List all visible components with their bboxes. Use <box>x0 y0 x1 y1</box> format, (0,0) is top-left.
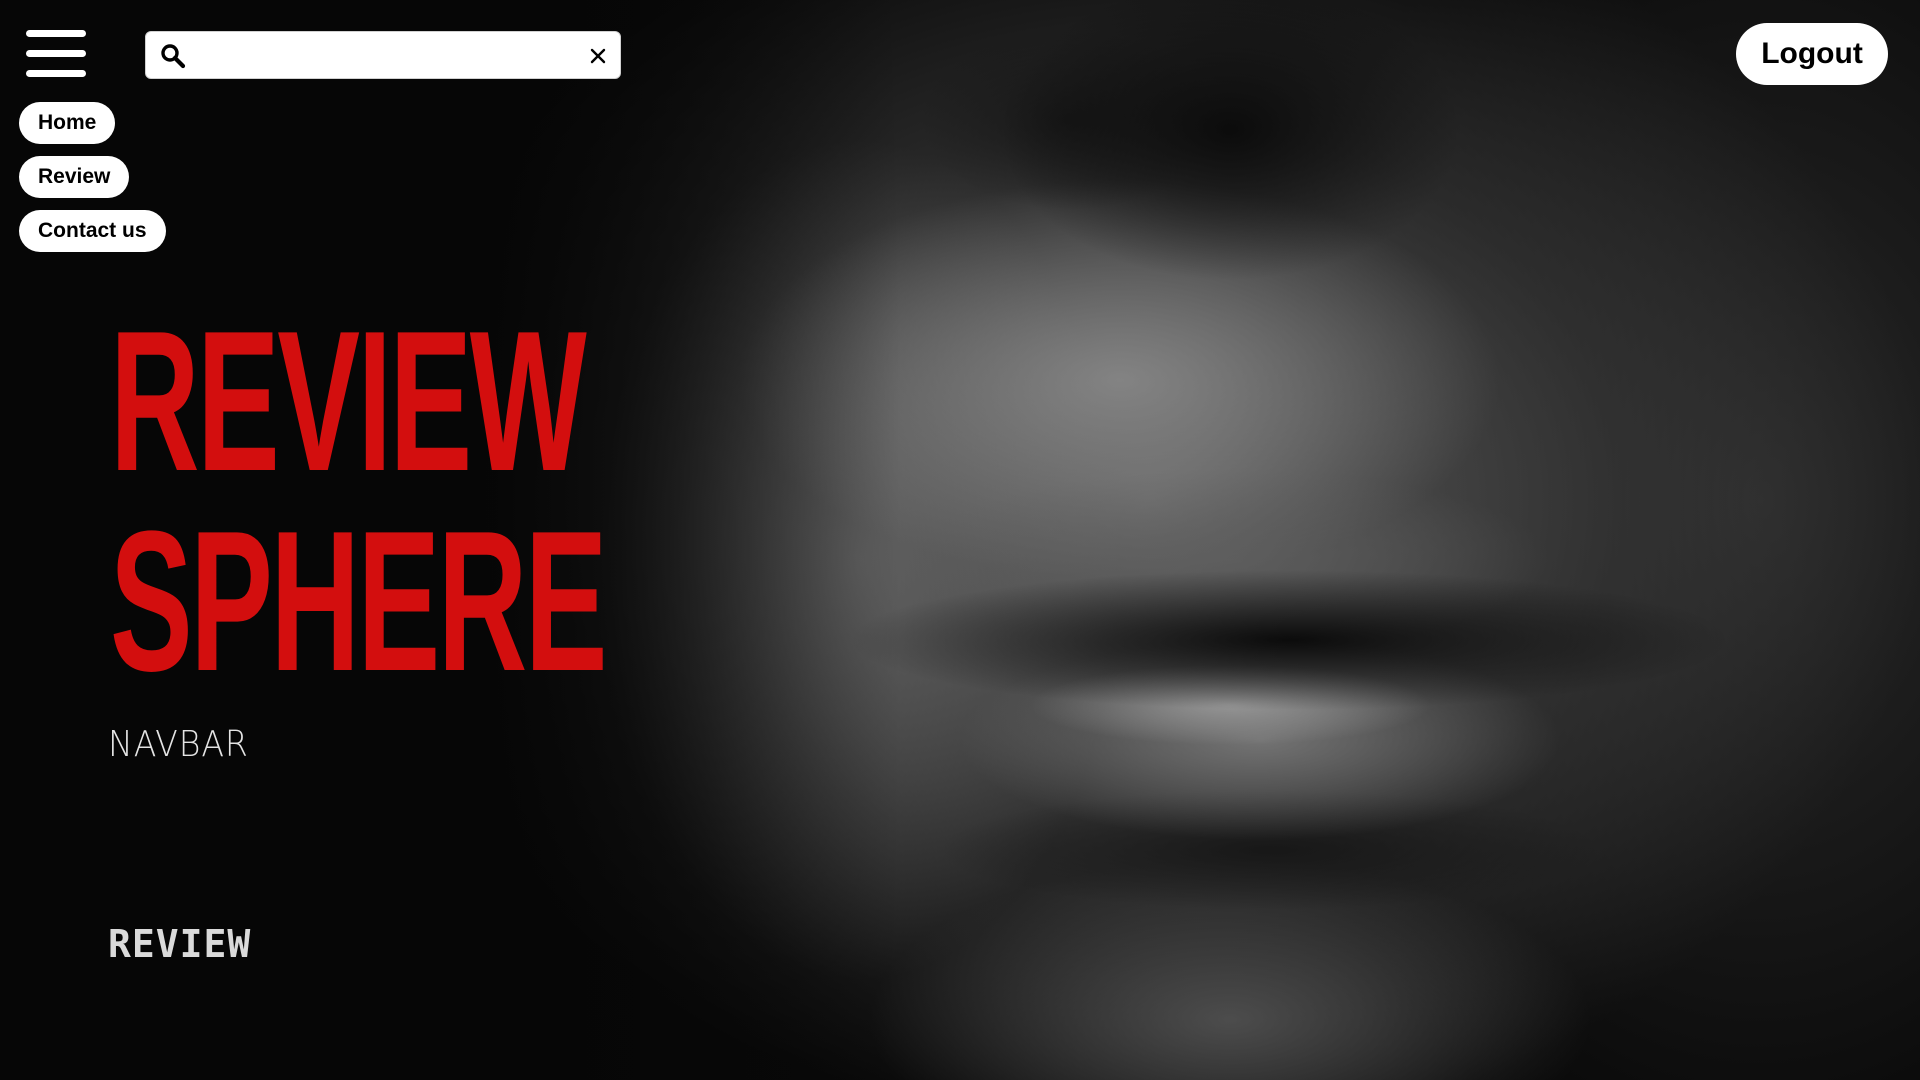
search-icon[interactable] <box>160 43 186 69</box>
hero-subtitle: NAVBAR <box>108 724 249 765</box>
search-bar <box>145 31 621 79</box>
nav-item-contact-us[interactable]: Contact us <box>19 210 166 252</box>
nav-item-review[interactable]: Review <box>19 156 130 198</box>
review-section-link[interactable]: REVIEW <box>108 922 251 966</box>
hero-title-line-2: SPHERE <box>110 490 608 713</box>
search-input[interactable] <box>198 38 562 74</box>
hamburger-bar <box>26 50 86 57</box>
logout-button[interactable]: Logout <box>1736 23 1888 85</box>
hamburger-menu-icon[interactable] <box>26 30 88 78</box>
page: Logout Home Review Contact us REVIEW SPH… <box>0 0 1920 1080</box>
hamburger-bar <box>26 30 86 37</box>
hamburger-bar <box>26 70 86 77</box>
hero-title: REVIEW SPHERE <box>110 290 608 713</box>
close-icon[interactable] <box>586 44 610 68</box>
nav-item-home[interactable]: Home <box>19 102 116 144</box>
hero-title-line-1: REVIEW <box>110 290 587 513</box>
